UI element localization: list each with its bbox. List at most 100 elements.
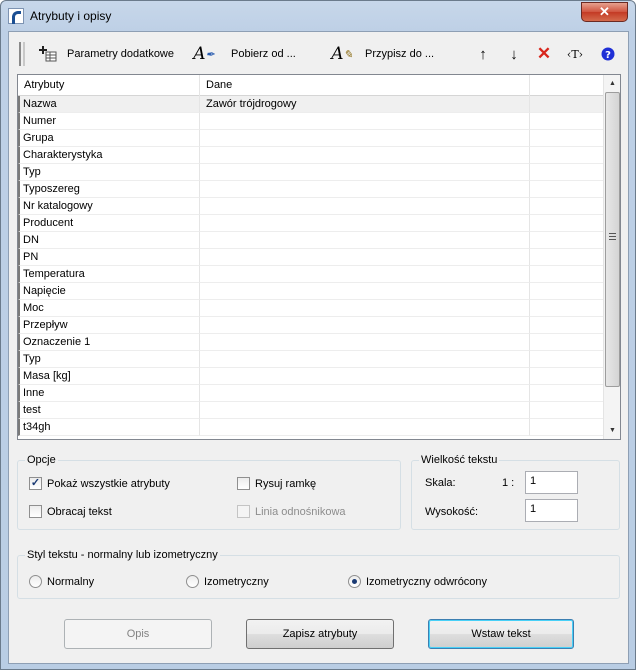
extra-cell[interactable] (530, 147, 603, 164)
assign-button[interactable]: A ✎ Przypisz do ... (331, 44, 434, 64)
title-bar[interactable]: Atrybuty i opisy ✕ (1, 1, 635, 31)
table-row[interactable]: Typ (18, 351, 603, 368)
extra-cell[interactable] (530, 351, 603, 368)
extra-cell[interactable] (530, 283, 603, 300)
attribute-cell[interactable]: Grupa (18, 130, 200, 147)
extra-cell[interactable] (530, 232, 603, 249)
data-cell[interactable] (200, 198, 530, 215)
table-row[interactable]: Typoszereg (18, 181, 603, 198)
close-button[interactable]: ✕ (581, 2, 628, 22)
fetch-button[interactable]: A ✒ Pobierz od ... (193, 44, 296, 64)
move-down-button[interactable]: ↓ (503, 44, 525, 64)
table-row[interactable]: Producent (18, 215, 603, 232)
extra-cell[interactable] (530, 368, 603, 385)
extra-cell[interactable] (530, 130, 603, 147)
help-button[interactable]: ? (597, 44, 619, 64)
data-cell[interactable]: Zawór trójdrogowy (200, 96, 530, 113)
attribute-cell[interactable]: Oznaczenie 1 (18, 334, 200, 351)
table-row[interactable]: Nazwa Zawór trójdrogowy (18, 96, 603, 113)
data-cell[interactable] (200, 317, 530, 334)
table-row[interactable]: Charakterystyka (18, 147, 603, 164)
table-row[interactable]: Numer (18, 113, 603, 130)
attribute-cell[interactable]: Przepływ (18, 317, 200, 334)
attribute-cell[interactable]: Charakterystyka (18, 147, 200, 164)
table-row[interactable]: DN (18, 232, 603, 249)
extra-cell[interactable] (530, 181, 603, 198)
data-cell[interactable] (200, 385, 530, 402)
scroll-thumb[interactable] (605, 92, 620, 387)
table-row[interactable]: Napięcie (18, 283, 603, 300)
data-cell[interactable] (200, 351, 530, 368)
toolbar-grip[interactable] (19, 42, 25, 66)
scroll-down-icon[interactable]: ▼ (604, 422, 620, 439)
table-row[interactable]: Masa [kg] (18, 368, 603, 385)
data-cell[interactable] (200, 419, 530, 436)
column-header-attributes[interactable]: Atrybuty (18, 75, 200, 96)
leader-line-checkbox[interactable]: Linia odnośnikowa (237, 505, 346, 518)
attribute-cell[interactable]: Moc (18, 300, 200, 317)
params-button[interactable]: Parametry dodatkowe (37, 44, 174, 64)
data-cell[interactable] (200, 130, 530, 147)
height-input[interactable]: 1 (525, 499, 578, 522)
table-row[interactable]: Przepływ (18, 317, 603, 334)
show-all-checkbox[interactable]: ✓ Pokaż wszystkie atrybuty (29, 477, 170, 490)
data-cell[interactable] (200, 300, 530, 317)
extra-cell[interactable] (530, 164, 603, 181)
attribute-cell[interactable]: Temperatura (18, 266, 200, 283)
data-cell[interactable] (200, 181, 530, 198)
data-cell[interactable] (200, 164, 530, 181)
attribute-cell[interactable]: test (18, 402, 200, 419)
vertical-scrollbar[interactable]: ▲ ▼ (603, 75, 620, 439)
attribute-cell[interactable]: Nr katalogowy (18, 198, 200, 215)
table-row[interactable]: Temperatura (18, 266, 603, 283)
table-row[interactable]: t34gh (18, 419, 603, 436)
attribute-cell[interactable]: Numer (18, 113, 200, 130)
extra-cell[interactable] (530, 96, 603, 113)
data-cell[interactable] (200, 113, 530, 130)
extra-cell[interactable] (530, 419, 603, 436)
scale-input[interactable]: 1 (525, 471, 578, 494)
data-cell[interactable] (200, 215, 530, 232)
radio-normal[interactable]: Normalny (29, 575, 94, 588)
column-header-data[interactable]: Dane (200, 75, 530, 96)
extra-cell[interactable] (530, 113, 603, 130)
data-cell[interactable] (200, 283, 530, 300)
insert-text-tag-button[interactable]: ‹T› (562, 44, 588, 64)
radio-isometric-reversed[interactable]: Izometryczny odwrócony (348, 575, 487, 588)
extra-cell[interactable] (530, 317, 603, 334)
table-row[interactable]: Typ (18, 164, 603, 181)
table-row[interactable]: Inne (18, 385, 603, 402)
move-up-button[interactable]: ↑ (472, 44, 494, 64)
attribute-cell[interactable]: Nazwa (18, 96, 200, 113)
data-cell[interactable] (200, 266, 530, 283)
delete-button[interactable]: ✕ (533, 44, 555, 64)
extra-cell[interactable] (530, 334, 603, 351)
data-cell[interactable] (200, 147, 530, 164)
insert-text-button[interactable]: Wstaw tekst (428, 619, 574, 649)
attribute-cell[interactable]: Producent (18, 215, 200, 232)
table-row[interactable]: Oznaczenie 1 (18, 334, 603, 351)
rotate-text-checkbox[interactable]: Obracaj tekst (29, 505, 112, 518)
radio-isometric[interactable]: Izometryczny (186, 575, 269, 588)
attribute-cell[interactable]: Typoszereg (18, 181, 200, 198)
opis-button[interactable]: Opis (64, 619, 212, 649)
attribute-cell[interactable]: DN (18, 232, 200, 249)
scroll-up-icon[interactable]: ▲ (604, 75, 620, 92)
extra-cell[interactable] (530, 300, 603, 317)
table-row[interactable]: test (18, 402, 603, 419)
extra-cell[interactable] (530, 385, 603, 402)
data-cell[interactable] (200, 402, 530, 419)
extra-cell[interactable] (530, 198, 603, 215)
extra-cell[interactable] (530, 402, 603, 419)
attribute-cell[interactable]: Inne (18, 385, 200, 402)
table-row[interactable]: Moc (18, 300, 603, 317)
attribute-cell[interactable]: t34gh (18, 419, 200, 436)
data-cell[interactable] (200, 232, 530, 249)
draw-frame-checkbox[interactable]: Rysuj ramkę (237, 477, 316, 490)
attribute-cell[interactable]: Typ (18, 351, 200, 368)
extra-cell[interactable] (530, 215, 603, 232)
table-row[interactable]: PN (18, 249, 603, 266)
attribute-cell[interactable]: Masa [kg] (18, 368, 200, 385)
save-attributes-button[interactable]: Zapisz atrybuty (246, 619, 394, 649)
attributes-grid[interactable]: Atrybuty Dane Nazwa Zawór trójdrogowy Nume… (17, 74, 621, 440)
